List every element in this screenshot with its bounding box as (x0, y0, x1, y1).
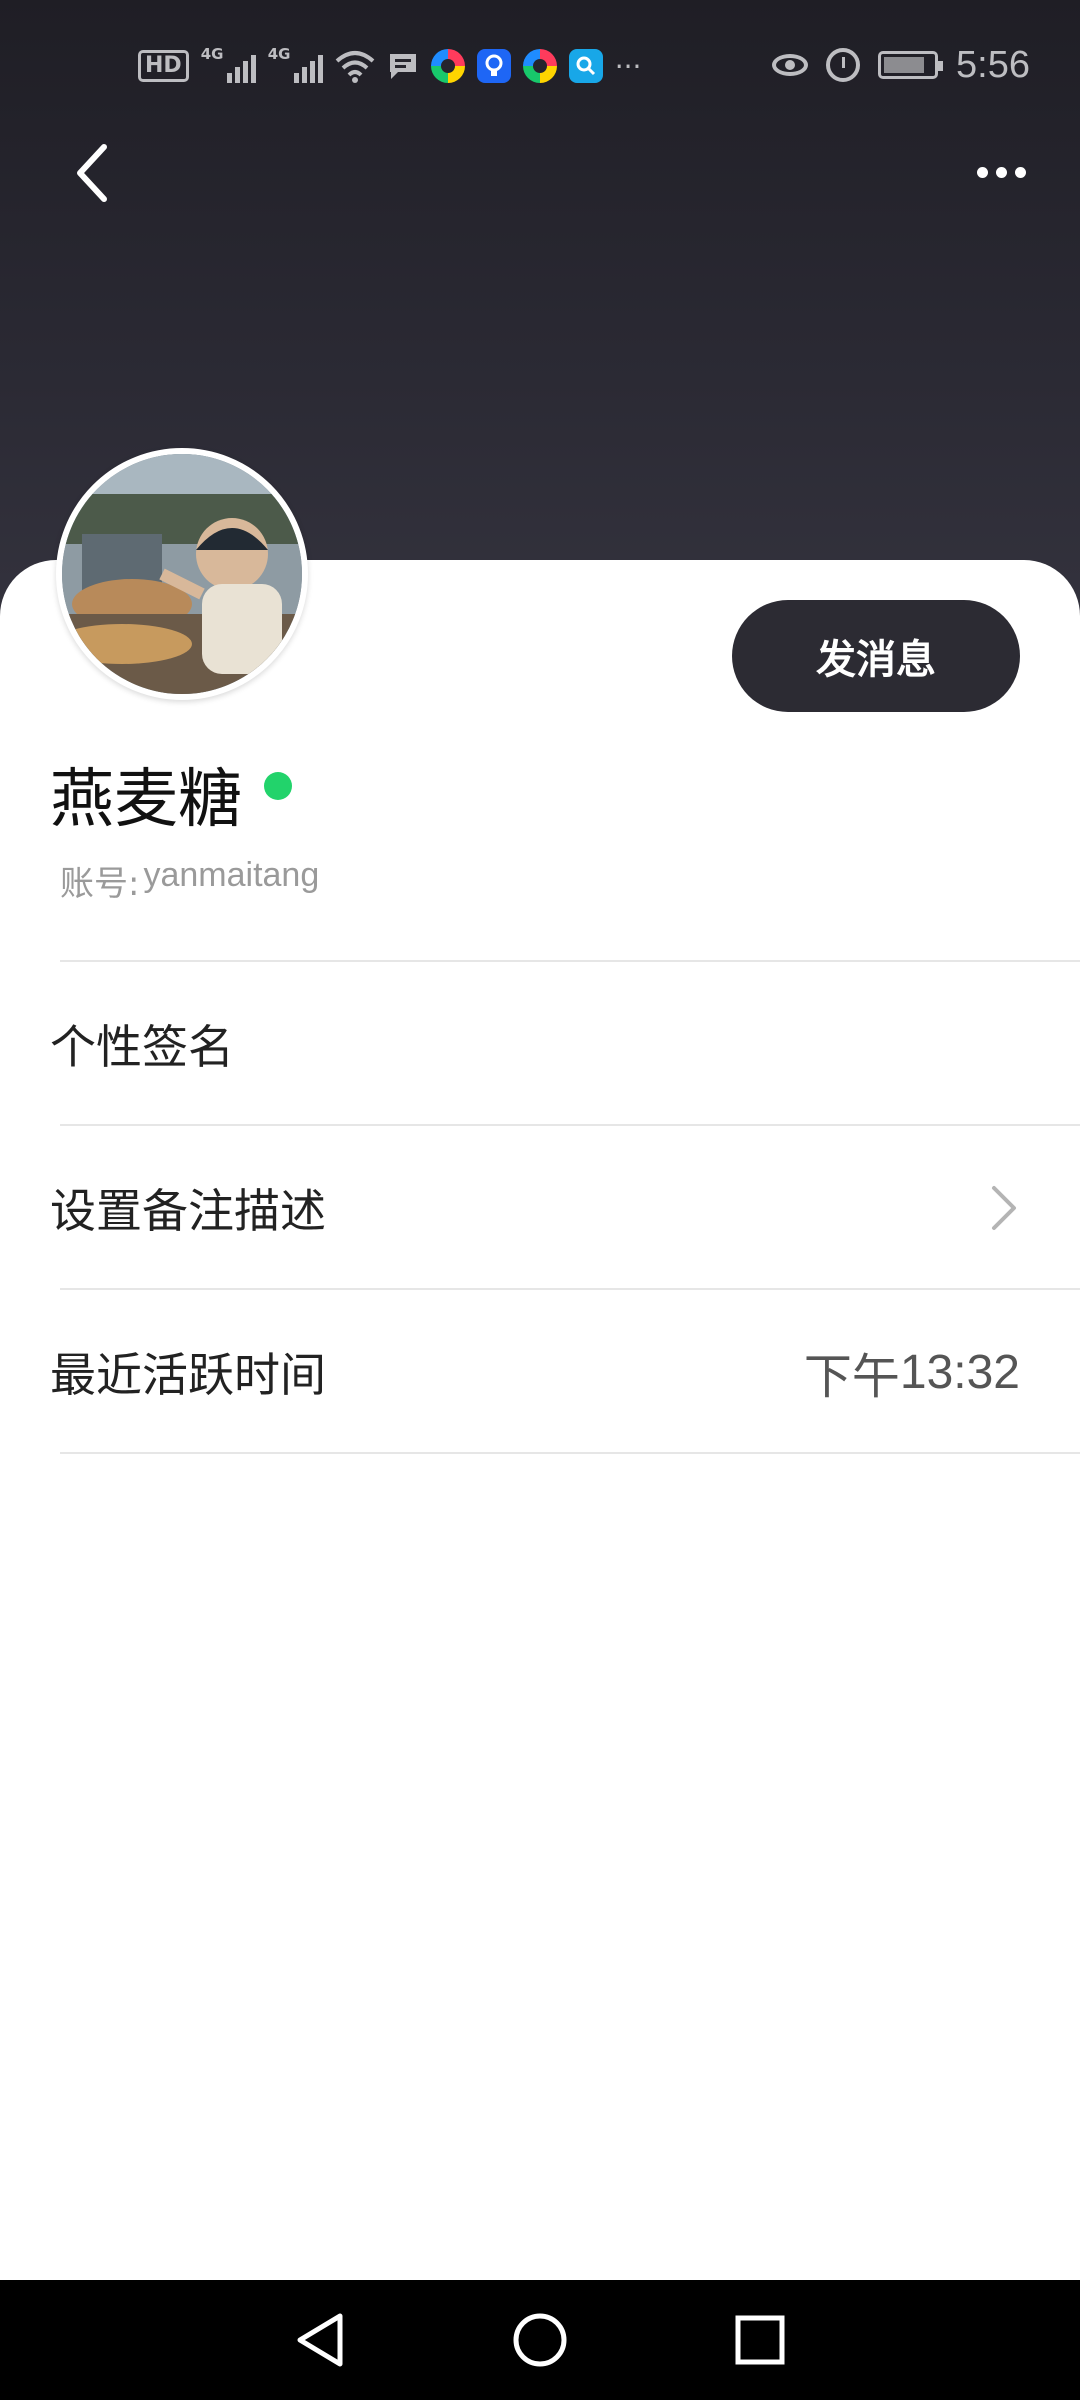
online-status-dot (264, 772, 292, 800)
app-search-icon (568, 49, 603, 83)
home-circle-icon (513, 2313, 567, 2367)
nav-back-button[interactable] (285, 2305, 355, 2375)
system-nav-bar (0, 2280, 1080, 2400)
chevron-left-icon (77, 144, 107, 202)
row-label: 个性签名 (50, 1020, 234, 1074)
status-bar: HD 4G 4G ··· 5:56 (0, 0, 1080, 130)
send-message-button[interactable]: 发消息 (732, 600, 1020, 712)
hd-icon: HD (138, 50, 189, 82)
row-set-remark[interactable]: 设置备注描述 (0, 1128, 1080, 1288)
overflow-indicator: ··· (614, 49, 642, 83)
app-ring-icon (430, 49, 465, 83)
status-left: HD 4G 4G ··· (138, 44, 641, 88)
eye-icon (772, 54, 809, 76)
back-button[interactable] (62, 138, 122, 208)
status-right: 5:56 (772, 40, 1030, 90)
row-signature[interactable]: 个性签名 (0, 964, 1080, 1124)
more-dots-icon (976, 166, 1026, 178)
account-prefix: 账号: (60, 864, 140, 904)
row-label: 设置备注描述 (50, 1184, 326, 1238)
network-label: 4G (200, 45, 224, 63)
chevron-right-icon (992, 1186, 1016, 1230)
nav-recents-button[interactable] (725, 2305, 795, 2375)
network-label: 4G (267, 45, 291, 63)
avatar-photo (62, 454, 302, 694)
nav-home-button[interactable] (505, 2305, 575, 2375)
app-ring-icon (522, 49, 557, 83)
signal-icon: 4G (268, 45, 323, 83)
back-triangle-icon (297, 2313, 343, 2367)
divider (60, 1124, 1080, 1126)
app-bulb-icon (476, 49, 511, 83)
signal-icon: 4G (201, 45, 256, 83)
alarm-icon (826, 48, 861, 82)
avatar[interactable] (56, 448, 308, 700)
divider (60, 1288, 1080, 1290)
row-value: 13:32 (899, 1345, 1020, 1399)
battery-icon (878, 51, 944, 79)
account-id: yanmaitang (143, 856, 320, 894)
row-label: 最近活跃时间 (50, 1348, 326, 1402)
account-line: 账号: yanmaitang (60, 856, 319, 905)
divider (60, 1452, 1080, 1454)
row-last-active: 最近活跃时间 下午 13:32 (0, 1292, 1080, 1452)
message-icon (389, 54, 416, 79)
profile-name: 燕麦糖 (50, 763, 242, 837)
recents-square-icon (735, 2315, 785, 2365)
row-value-prefix: 下午 (803, 1349, 900, 1405)
wifi-icon (335, 51, 375, 83)
status-time: 5:56 (956, 43, 1030, 86)
more-button[interactable] (966, 150, 1036, 194)
divider (60, 960, 1080, 962)
